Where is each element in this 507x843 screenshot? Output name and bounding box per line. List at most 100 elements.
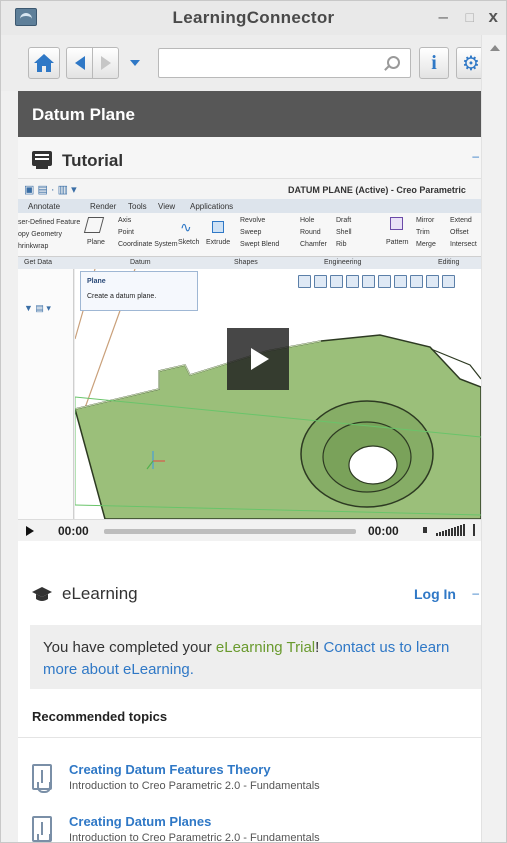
divider	[18, 737, 481, 738]
back-button[interactable]	[66, 47, 93, 79]
video-doc-title: DATUM PLANE (Active) - Creo Parametric	[288, 185, 466, 195]
video-tab: Render	[90, 202, 117, 211]
maximize-button[interactable]: □	[466, 7, 474, 27]
sketch-icon: ∿	[180, 219, 192, 235]
pattern-icon	[390, 217, 403, 230]
fullscreen-icon[interactable]	[473, 524, 481, 536]
video-tab: Tools	[128, 202, 147, 211]
elearning-collapse-toggle[interactable]: –	[472, 586, 479, 600]
video-group-label: Get Data	[24, 259, 53, 266]
vertical-scrollbar[interactable]	[481, 35, 506, 842]
scroll-up-arrow-icon[interactable]	[490, 45, 500, 51]
tutorial-section-header[interactable]: Tutorial –	[18, 137, 481, 179]
video-ribbon-label: Merge	[416, 241, 436, 248]
search-box[interactable]	[158, 48, 411, 78]
trial-message-prefix: You have completed your	[43, 639, 216, 656]
elearning-title: eLearning	[62, 584, 138, 603]
video-ribbon-label: Extend	[450, 217, 472, 224]
model-tree-controls-icon: ▼ ▤ ▾	[24, 303, 51, 313]
video-tooltip: Plane Create a datum plane.	[80, 271, 198, 311]
video-group-label: Shapes	[234, 259, 258, 266]
video-group-label: Engineering	[324, 259, 362, 266]
video-ribbon-label: Coordinate System	[118, 241, 178, 248]
video-ribbon-label: Sketch	[178, 239, 200, 246]
history-dropdown-button[interactable]	[122, 47, 148, 79]
video-ribbon-label: Intersect	[450, 241, 477, 248]
video-tooltip-title: Plane	[87, 278, 106, 285]
close-button[interactable]: x	[489, 7, 498, 27]
home-button[interactable]	[28, 47, 60, 79]
video-ribbon-label: Round	[300, 229, 321, 236]
content-pane: Datum Plane Tutorial – ▣ ▤ · ▥ ▾ DATUM P…	[18, 91, 481, 843]
search-input[interactable]	[165, 50, 385, 76]
play-button[interactable]	[26, 526, 34, 536]
video-view-toolbar	[298, 275, 460, 291]
video-ribbon-label: Revolve	[240, 217, 266, 224]
video-ribbon-label: Point	[118, 229, 134, 236]
video-player[interactable]: ▣ ▤ · ▥ ▾ DATUM PLANE (Active) - Creo Pa…	[18, 179, 481, 541]
window-title: LearningConnector	[172, 8, 335, 27]
play-overlay-button[interactable]	[227, 328, 289, 390]
speaker-icon[interactable]	[423, 524, 433, 536]
video-ribbon-label: Trim	[416, 229, 430, 236]
video-ribbon-label: Shell	[336, 229, 352, 236]
video-ribbon-label: Hole	[300, 217, 315, 224]
trial-highlight: eLearning Trial	[215, 639, 316, 656]
topic-title[interactable]: Creating Datum Features Theory	[69, 762, 271, 777]
document-icon	[32, 764, 52, 793]
play-icon	[251, 348, 269, 370]
video-ribbon-label: Rib	[336, 241, 347, 248]
video-ribbon-label: Plane	[87, 239, 105, 246]
video-controls: 00:00 00:00	[18, 519, 481, 541]
trial-message: You have completed your eLearning Trial!…	[30, 625, 481, 689]
current-time: 00:00	[58, 524, 89, 538]
video-ribbon-label: Axis	[118, 217, 132, 224]
chevron-down-icon	[130, 60, 140, 66]
video-ribbon-label: Pattern	[386, 239, 409, 246]
video-ribbon-label: Draft	[336, 217, 352, 224]
video-tab: Annotate	[28, 202, 61, 211]
graduation-cap-icon	[32, 587, 52, 601]
forward-button[interactable]	[92, 47, 119, 79]
monitor-icon	[32, 151, 52, 169]
total-time: 00:00	[368, 524, 399, 538]
document-icon	[32, 816, 52, 842]
video-ribbon-label: Swept Blend	[240, 241, 280, 248]
video-tooltip-desc: Create a datum plane.	[87, 293, 157, 300]
topic-title[interactable]: Creating Datum Planes	[69, 814, 211, 829]
topic-subtitle: Introduction to Creo Parametric 2.0 - Fu…	[69, 832, 320, 843]
video-model-tree-panel: ▼ ▤ ▾	[18, 269, 74, 519]
volume-slider[interactable]	[436, 524, 465, 536]
video-ribbon-label: Sweep	[240, 229, 262, 236]
video-app-titlebar: ▣ ▤ · ▥ ▾ DATUM PLANE (Active) - Creo Pa…	[18, 179, 481, 199]
seek-bar[interactable]	[104, 529, 356, 534]
video-ribbon-label: ser-Defined Feature	[18, 219, 81, 226]
video-ribbon-label: opy Geometry	[18, 231, 62, 238]
login-link[interactable]: Log In	[414, 586, 456, 602]
tutorial-collapse-toggle[interactable]: –	[472, 149, 479, 163]
recommended-topic-item[interactable]: Creating Datum Planes Introduction to Cr…	[18, 814, 481, 843]
arrow-right-icon	[100, 56, 111, 70]
minimize-button[interactable]: –	[439, 7, 448, 27]
video-ribbon-groups: Get Data Datum Shapes Engineering Editin…	[18, 257, 481, 269]
home-icon	[34, 54, 54, 72]
video-ribbon-label: hrinkwrap	[18, 243, 49, 250]
recommended-topics-header: Recommended topics	[32, 709, 168, 724]
topic-subtitle: Introduction to Creo Parametric 2.0 - Fu…	[69, 780, 320, 792]
info-button[interactable]: i	[419, 47, 449, 79]
video-tab: View	[158, 202, 176, 211]
page-title: Datum Plane	[18, 91, 481, 137]
extrude-icon	[212, 221, 224, 233]
video-ribbon-label: Chamfer	[300, 241, 327, 248]
title-bar: LearningConnector – □ x	[1, 1, 506, 35]
recommended-topic-item[interactable]: Creating Datum Features Theory Introduct…	[18, 762, 481, 802]
quick-access-icons: ▣ ▤ · ▥ ▾	[24, 184, 77, 196]
video-ribbon-tabs: Annotate Render Tools View Applications	[18, 199, 481, 213]
search-icon[interactable]	[387, 56, 400, 69]
video-ribbon-label: Extrude	[206, 239, 231, 246]
video-ribbon-label: Mirror	[416, 217, 435, 224]
app-window: LearningConnector – □ x i ⚙ Datum Plane …	[0, 0, 507, 843]
video-tab: Applications	[190, 202, 234, 211]
elearning-section-header: eLearning Log In –	[18, 575, 481, 611]
video-group-label: Datum	[130, 259, 151, 266]
